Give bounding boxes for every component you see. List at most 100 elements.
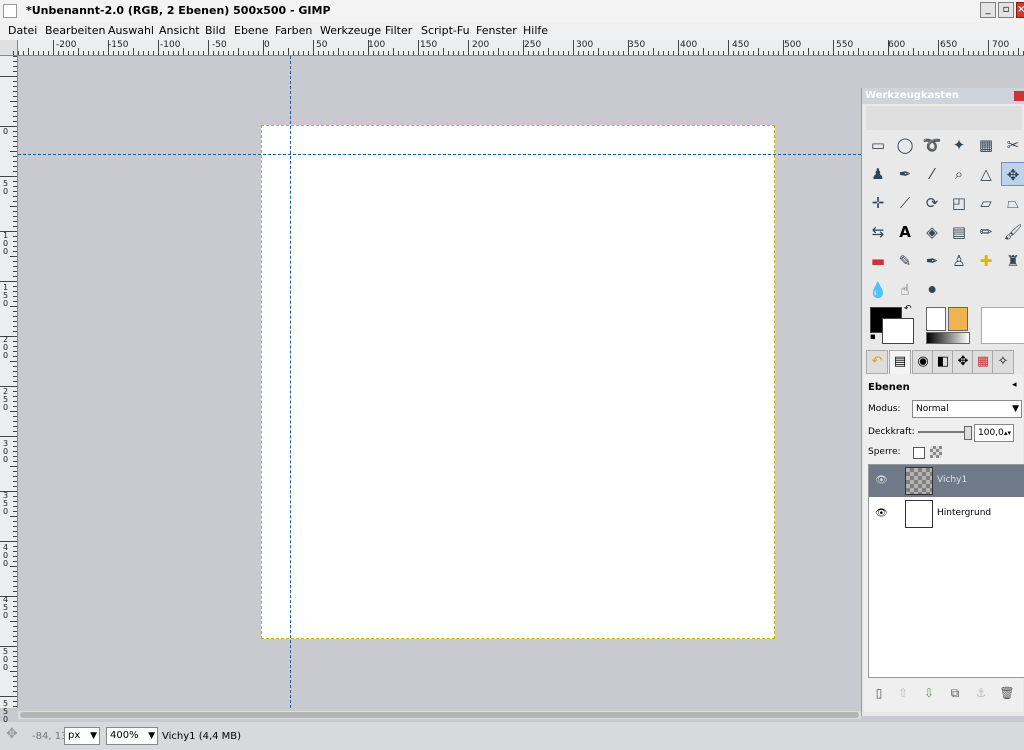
- rotate-icon[interactable]: ⟳: [920, 191, 944, 215]
- tab-colormap[interactable]: ▦: [972, 350, 994, 374]
- scrollbar-thumb[interactable]: [20, 712, 859, 718]
- lower-layer-icon[interactable]: ⇩: [920, 684, 938, 702]
- text-tool-icon[interactable]: A: [893, 220, 917, 244]
- tab-channels[interactable]: ◉: [912, 350, 934, 374]
- eraser-icon[interactable]: ▬: [866, 249, 890, 273]
- crop-icon[interactable]: ⟋: [893, 191, 917, 215]
- layer-row-hintergrund[interactable]: 👁 Hintergrund: [869, 498, 1024, 530]
- blur-icon[interactable]: 💧: [866, 278, 890, 302]
- scale-icon[interactable]: ◰: [947, 191, 971, 215]
- layer-row-vichy1[interactable]: 👁 Vichy1: [869, 465, 1024, 497]
- close-button[interactable]: ×: [1016, 2, 1024, 18]
- horizontal-scrollbar[interactable]: [18, 711, 861, 719]
- pattern-preview[interactable]: [948, 307, 968, 331]
- eye-icon[interactable]: 👁: [875, 475, 888, 486]
- ellipse-select-icon[interactable]: ◯: [893, 133, 917, 157]
- raise-layer-icon[interactable]: ⇧: [894, 684, 912, 702]
- align-icon[interactable]: ✛: [866, 191, 890, 215]
- zoom-icon[interactable]: ⌕: [947, 162, 971, 186]
- ruler-tick: [763, 51, 764, 55]
- free-select-icon[interactable]: ➰: [920, 133, 944, 157]
- guide-horizontal[interactable]: [18, 154, 861, 155]
- panel-menu-icon[interactable]: ◂: [1012, 380, 1017, 390]
- menu-ebene[interactable]: Ebene: [234, 24, 268, 37]
- menu-script-fu[interactable]: Script-Fu: [421, 24, 470, 37]
- duplicate-layer-icon[interactable]: ⧉: [946, 684, 964, 702]
- zoom-select[interactable]: 400% ▼: [106, 727, 158, 745]
- image-canvas[interactable]: [261, 125, 775, 639]
- tab-layers[interactable]: ▤: [889, 350, 911, 374]
- minimize-button[interactable]: _: [980, 2, 996, 18]
- new-layer-icon[interactable]: ▯: [870, 684, 888, 702]
- opacity-slider-handle[interactable]: [964, 426, 972, 440]
- paths-icon[interactable]: ✒: [893, 162, 917, 186]
- menu-auswahl[interactable]: Auswahl: [108, 24, 154, 37]
- menu-farben[interactable]: Farben: [275, 24, 312, 37]
- canvas-area[interactable]: [18, 56, 861, 708]
- perspective-clone-icon[interactable]: ♜: [1001, 249, 1024, 273]
- move-icon[interactable]: ✥: [1001, 162, 1024, 186]
- pencil-icon[interactable]: ✏: [974, 220, 998, 244]
- menu-bearbeiten[interactable]: Bearbeiten: [45, 24, 105, 37]
- reset-colors-icon[interactable]: ◾: [870, 332, 876, 341]
- menu-datei[interactable]: Datei: [8, 24, 37, 37]
- bucket-fill-icon[interactable]: ◈: [920, 220, 944, 244]
- dodge-burn-icon[interactable]: ⚫: [920, 278, 944, 302]
- paintbrush-icon[interactable]: 🖌: [1001, 220, 1024, 244]
- heal-icon[interactable]: ✚: [974, 249, 998, 273]
- brush-preview[interactable]: [926, 307, 946, 331]
- perspective-icon[interactable]: ⏢: [1001, 191, 1024, 215]
- menu-fenster[interactable]: Fenster: [476, 24, 517, 37]
- gradient-preview[interactable]: [926, 332, 970, 344]
- layer-list[interactable]: 👁 Vichy1 👁 Hintergrund: [868, 464, 1024, 678]
- opacity-slider[interactable]: [918, 431, 970, 433]
- ruler-tick: [13, 431, 17, 432]
- scissors-icon[interactable]: ✂: [1001, 133, 1024, 157]
- ruler-tick: [138, 51, 139, 55]
- ruler-tick: [13, 81, 17, 82]
- delete-layer-icon[interactable]: 🗑: [998, 684, 1016, 702]
- menu-werkzeuge[interactable]: Werkzeuge: [320, 24, 381, 37]
- ruler-corner[interactable]: [0, 40, 18, 56]
- spin-arrows-icon[interactable]: ▴▾: [1004, 425, 1011, 441]
- smudge-icon[interactable]: ☝: [893, 278, 917, 302]
- menu-bild[interactable]: Bild: [205, 24, 226, 37]
- ruler-tick: [683, 51, 684, 55]
- airbrush-icon[interactable]: ✎: [893, 249, 917, 273]
- menu-filter[interactable]: Filter: [385, 24, 412, 37]
- anchor-layer-icon[interactable]: ⚓: [972, 684, 990, 702]
- navigate-icon[interactable]: ✥: [6, 726, 18, 742]
- tab-paths[interactable]: ◧: [932, 350, 954, 374]
- layer-mode-select[interactable]: Normal ▼: [912, 400, 1022, 418]
- ink-icon[interactable]: ✒: [920, 249, 944, 273]
- fuzzy-select-icon[interactable]: ✦: [947, 133, 971, 157]
- color-select-icon[interactable]: ▦: [974, 133, 998, 157]
- tab-navigation[interactable]: ✧: [992, 350, 1014, 374]
- ruler-horizontal[interactable]: -200 -150 -100 -50 0 50 100 150 200 250 300 350 400 4…: [13, 40, 1024, 56]
- ruler-vertical[interactable]: 0 50 100 150 200 250 300 350 400 450 500 550: [0, 56, 18, 724]
- blend-icon[interactable]: ▤: [947, 220, 971, 244]
- ruler-tick: [13, 161, 17, 162]
- clone-icon[interactable]: ♙: [947, 249, 971, 273]
- menu-hilfe[interactable]: Hilfe: [523, 24, 548, 37]
- color-picker-icon[interactable]: ⁄: [920, 162, 944, 186]
- foreground-select-icon[interactable]: ♟: [866, 162, 890, 186]
- shear-icon[interactable]: ▱: [974, 191, 998, 215]
- menu-ansicht[interactable]: Ansicht: [159, 24, 200, 37]
- active-image-preview[interactable]: [981, 307, 1024, 344]
- opacity-spinbox[interactable]: 100,0 ▴▾: [974, 424, 1014, 442]
- eye-icon[interactable]: 👁: [875, 508, 888, 519]
- rect-select-icon[interactable]: ▭: [866, 133, 890, 157]
- measure-icon[interactable]: △: [974, 162, 998, 186]
- lock-pixels-checkbox[interactable]: [913, 447, 925, 459]
- swap-colors-icon[interactable]: ↶: [904, 304, 912, 314]
- tab-pointer[interactable]: ✥: [952, 350, 974, 374]
- guide-vertical[interactable]: [290, 56, 291, 708]
- background-color[interactable]: [882, 318, 914, 344]
- maximize-button[interactable]: ▫: [998, 2, 1014, 18]
- unit-select[interactable]: px ▼: [64, 727, 100, 745]
- close-icon[interactable]: [1014, 91, 1024, 101]
- flip-icon[interactable]: ⇆: [866, 220, 890, 244]
- tab-undo-history[interactable]: ↶: [866, 350, 888, 374]
- lock-alpha-icon[interactable]: [930, 446, 942, 458]
